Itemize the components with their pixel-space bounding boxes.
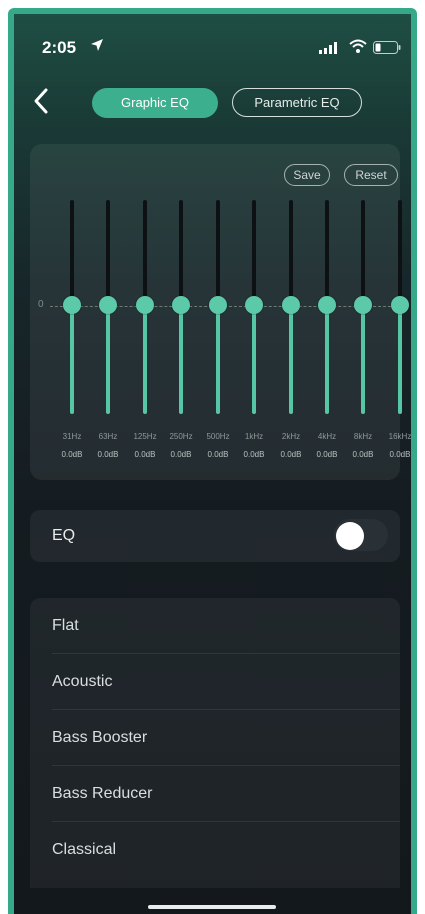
slider-track-upper bbox=[252, 200, 256, 304]
preset-item-classical[interactable]: Classical bbox=[30, 822, 400, 878]
band-gain-label: 0.0dB bbox=[389, 450, 411, 459]
eq-band-500hz[interactable]: 500Hz 0.0dB bbox=[200, 200, 236, 470]
slider-track-upper bbox=[398, 200, 402, 304]
location-arrow-icon bbox=[90, 38, 104, 57]
slider-track-upper bbox=[70, 200, 74, 304]
eq-toggle-switch[interactable] bbox=[334, 519, 388, 551]
preset-label: Bass Reducer bbox=[52, 785, 153, 802]
preset-item-flat[interactable]: Flat bbox=[30, 598, 400, 654]
status-bar: 2:05 bbox=[14, 14, 411, 74]
slider-track-upper bbox=[325, 200, 329, 304]
chevron-left-icon bbox=[34, 88, 48, 114]
home-indicator[interactable] bbox=[148, 905, 276, 909]
tab-parametric-eq[interactable]: Parametric EQ bbox=[232, 88, 362, 117]
preset-item-bass-reducer[interactable]: Bass Reducer bbox=[30, 766, 400, 822]
preset-item-acoustic[interactable]: Acoustic bbox=[30, 654, 400, 710]
zero-db-label: 0 bbox=[38, 299, 44, 310]
battery-icon bbox=[373, 41, 401, 59]
preset-item-bass-booster[interactable]: Bass Booster bbox=[30, 710, 400, 766]
slider-track-lower bbox=[398, 304, 402, 414]
app-screen: 2:05 Graphic EQ Parametric EQ Save Reset… bbox=[14, 14, 411, 914]
slider-track-upper bbox=[289, 200, 293, 304]
slider-track-lower bbox=[252, 304, 256, 414]
reset-button[interactable]: Reset bbox=[344, 164, 398, 186]
slider-track-upper bbox=[143, 200, 147, 304]
slider-knob[interactable] bbox=[172, 296, 190, 314]
wifi-icon bbox=[349, 39, 367, 58]
back-button[interactable] bbox=[30, 86, 54, 116]
eq-toggle-label: EQ bbox=[52, 527, 76, 544]
slider-track-upper bbox=[179, 200, 183, 304]
equalizer-panel: Save Reset 0 31Hz 0.0dB 63Hz 0.0dB 125Hz… bbox=[30, 144, 411, 480]
slider-track-lower bbox=[361, 304, 365, 414]
slider-track-lower bbox=[216, 304, 220, 414]
eq-band-1khz[interactable]: 1kHz 0.0dB bbox=[236, 200, 272, 470]
slider-track-lower bbox=[179, 304, 183, 414]
toggle-knob bbox=[336, 522, 364, 550]
slider-track-lower bbox=[289, 304, 293, 414]
slider-knob[interactable] bbox=[391, 296, 409, 314]
slider-track-upper bbox=[216, 200, 220, 304]
eq-band-16khz[interactable]: 16kHz 0.0dB bbox=[382, 200, 411, 470]
slider-knob[interactable] bbox=[245, 296, 263, 314]
slider-track-lower bbox=[70, 304, 74, 414]
eq-band-8khz[interactable]: 8kHz 0.0dB bbox=[345, 200, 381, 470]
eq-band-2khz[interactable]: 2kHz 0.0dB bbox=[273, 200, 309, 470]
tab-graphic-eq[interactable]: Graphic EQ bbox=[92, 88, 218, 118]
cellular-signal-icon bbox=[319, 41, 339, 59]
eq-band-125hz[interactable]: 125Hz 0.0dB bbox=[127, 200, 163, 470]
eq-toggle-row: EQ bbox=[30, 510, 400, 562]
slider-knob[interactable] bbox=[354, 296, 372, 314]
save-button[interactable]: Save bbox=[284, 164, 330, 186]
preset-label: Flat bbox=[52, 617, 79, 634]
phone-frame: 2:05 Graphic EQ Parametric EQ Save Reset… bbox=[8, 8, 417, 914]
slider-knob[interactable] bbox=[136, 296, 154, 314]
slider-track-lower bbox=[143, 304, 147, 414]
eq-band-4khz[interactable]: 4kHz 0.0dB bbox=[309, 200, 345, 470]
preset-list: Flat Acoustic Bass Booster Bass Reducer … bbox=[30, 598, 400, 888]
status-time: 2:05 bbox=[42, 38, 77, 57]
slider-track-upper bbox=[106, 200, 110, 304]
eq-band-250hz[interactable]: 250Hz 0.0dB bbox=[163, 200, 199, 470]
eq-band-63hz[interactable]: 63Hz 0.0dB bbox=[90, 200, 126, 470]
slider-knob[interactable] bbox=[209, 296, 227, 314]
slider-knob[interactable] bbox=[318, 296, 336, 314]
slider-knob[interactable] bbox=[282, 296, 300, 314]
preset-label: Classical bbox=[52, 841, 117, 858]
preset-label: Bass Booster bbox=[52, 729, 148, 746]
slider-knob[interactable] bbox=[63, 296, 81, 314]
slider-track-upper bbox=[361, 200, 365, 304]
band-frequency-label: 16kHz bbox=[388, 432, 411, 441]
slider-knob[interactable] bbox=[99, 296, 117, 314]
slider-track-lower bbox=[106, 304, 110, 414]
slider-track-lower bbox=[325, 304, 329, 414]
eq-band-31hz[interactable]: 31Hz 0.0dB bbox=[54, 200, 90, 470]
preset-label: Acoustic bbox=[52, 673, 113, 690]
